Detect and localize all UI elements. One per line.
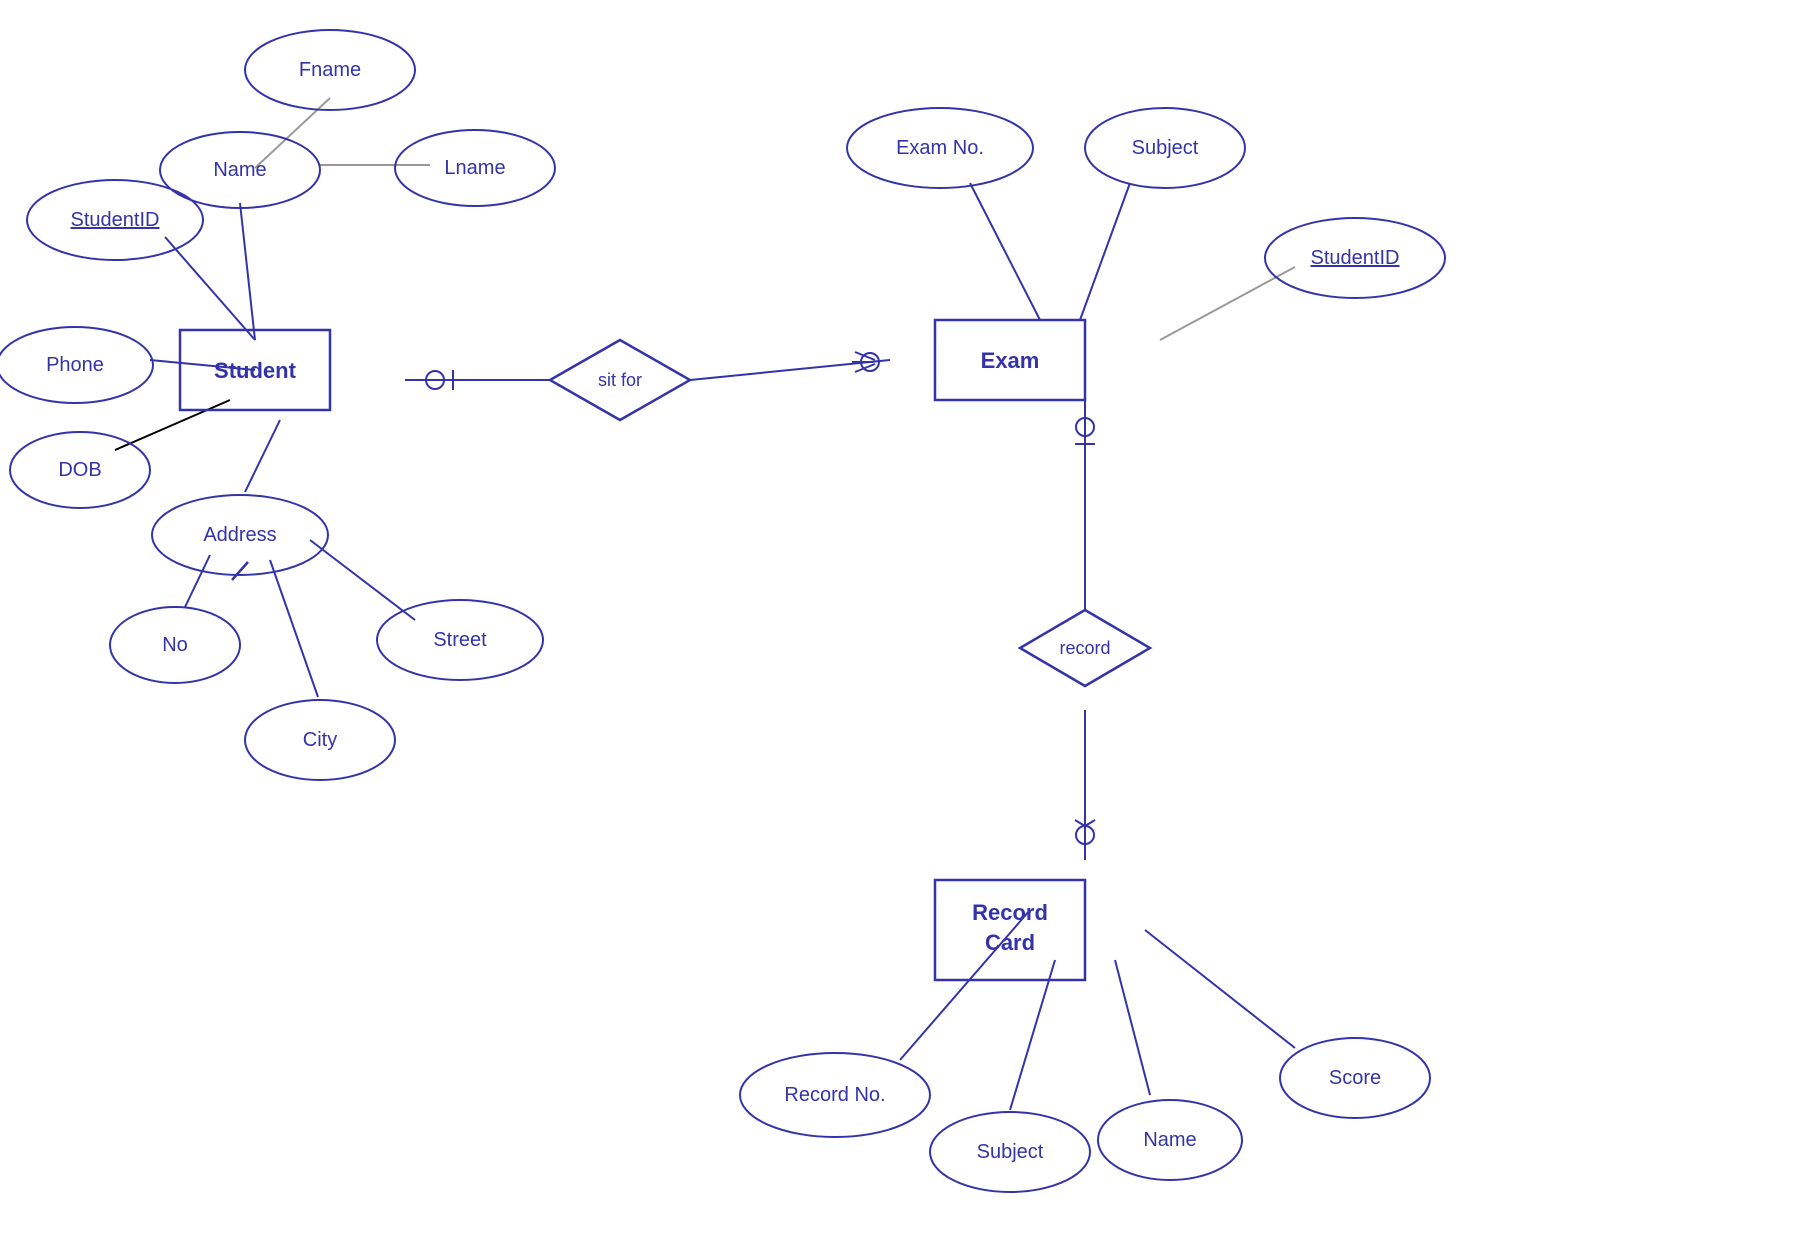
- attr-address-label: Address: [203, 524, 276, 546]
- attr-subject-exam-label: Subject: [1132, 137, 1199, 159]
- attr-score-label: Score: [1329, 1067, 1381, 1089]
- entity-recordcard-label2: Card: [985, 930, 1035, 955]
- entity-recordcard-label: Record: [972, 900, 1048, 925]
- attr-phone-label: Phone: [46, 354, 104, 376]
- attr-city-label: City: [303, 729, 337, 751]
- er-diagram: Student Exam Record Card sit for record …: [0, 0, 1800, 1250]
- attr-subject-rc-label: Subject: [977, 1141, 1044, 1163]
- attr-street-label: Street: [433, 629, 487, 651]
- entity-exam-label: Exam: [981, 348, 1040, 373]
- rel-sitfor-label: sit for: [598, 370, 642, 390]
- attr-examno-label: Exam No.: [896, 137, 984, 159]
- attr-studentid-label: StudentID: [71, 209, 160, 231]
- attr-dob-label: DOB: [58, 459, 101, 481]
- attr-name-label: Name: [213, 159, 266, 181]
- attr-fname-label: Fname: [299, 59, 361, 81]
- rel-record-label: record: [1059, 638, 1110, 658]
- entity-student-label: Student: [214, 358, 297, 383]
- attr-no-label: No: [162, 634, 188, 656]
- attr-studentid2-label: StudentID: [1311, 247, 1400, 269]
- attr-lname-label: Lname: [444, 157, 505, 179]
- attr-name-rc-label: Name: [1143, 1129, 1196, 1151]
- attr-recordno-label: Record No.: [784, 1084, 885, 1106]
